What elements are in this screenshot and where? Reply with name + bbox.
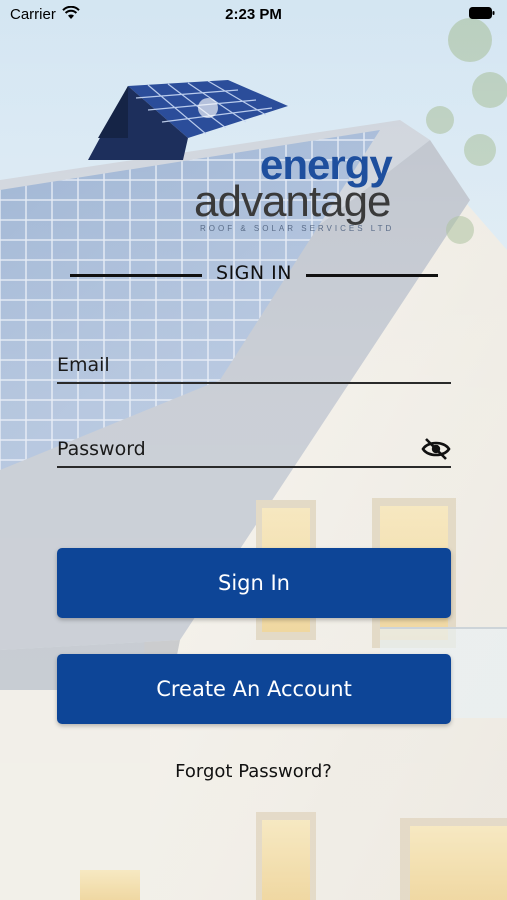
- eye-off-icon[interactable]: [421, 436, 451, 462]
- status-time: 2:23 PM: [225, 6, 282, 23]
- logo-wordmark-advantage: advantage: [194, 177, 392, 226]
- sign-in-heading: SIGN IN: [70, 262, 438, 288]
- password-input[interactable]: [57, 434, 407, 464]
- email-input[interactable]: [57, 350, 407, 380]
- password-field-container: [57, 428, 451, 468]
- company-logo: energy advantage ROOF & SOLAR SERVICES L…: [88, 78, 428, 238]
- forgot-password-link[interactable]: Forgot Password?: [0, 761, 507, 782]
- create-account-button[interactable]: Create An Account: [57, 654, 451, 724]
- sign-in-button[interactable]: Sign In: [57, 548, 451, 618]
- status-bar: Carrier 2:23 PM: [0, 0, 507, 30]
- sign-in-title: SIGN IN: [216, 262, 292, 284]
- logo-tagline: ROOF & SOLAR SERVICES LTD: [200, 224, 395, 233]
- email-field-container: [57, 344, 451, 384]
- battery-icon: [469, 7, 495, 19]
- heading-divider-right: [306, 274, 438, 277]
